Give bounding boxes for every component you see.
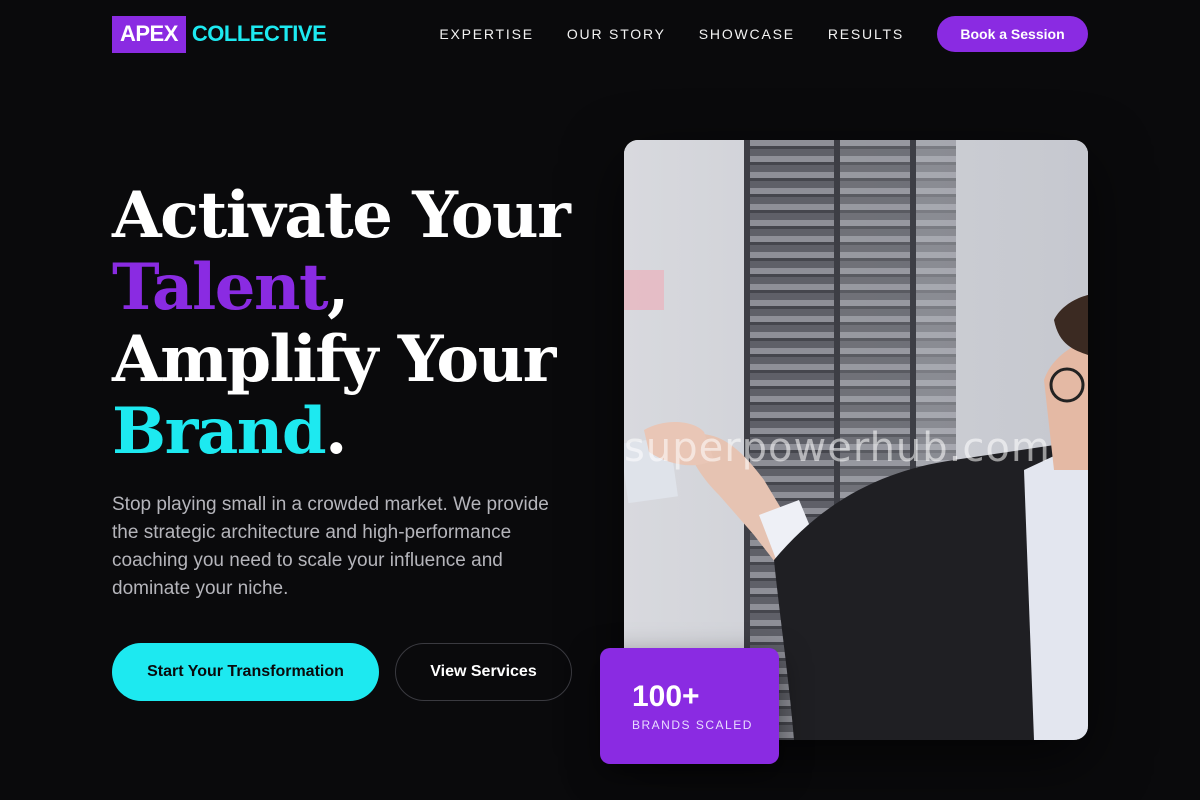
book-session-button[interactable]: Book a Session — [937, 16, 1088, 52]
headline-line-4: Brand. — [112, 396, 592, 468]
stat-card: 100+ BRANDS SCALED — [600, 648, 779, 764]
nav-link-showcase[interactable]: SHOWCASE — [699, 26, 795, 42]
logo-box: APEX — [112, 15, 186, 53]
main-nav: EXPERTISE OUR STORY SHOWCASE RESULTS Boo… — [439, 16, 1088, 52]
nav-link-results[interactable]: RESULTS — [828, 26, 904, 42]
hero-subtext: Stop playing small in a crowded market. … — [112, 494, 549, 599]
logo[interactable]: APEX COLLECTIVE — [112, 15, 327, 53]
headline-line-1: Activate Your — [112, 178, 571, 253]
headline-word-talent: Talent — [112, 250, 329, 325]
stat-label: BRANDS SCALED — [632, 718, 753, 732]
start-transformation-button[interactable]: Start Your Transformation — [112, 643, 379, 701]
site-header: APEX COLLECTIVE EXPERTISE OUR STORY SHOW… — [112, 15, 1088, 53]
headline-comma: , — [327, 250, 349, 325]
headline-period: . — [325, 394, 347, 469]
headline-line-2: Talent, — [112, 252, 592, 324]
view-services-button[interactable]: View Services — [395, 643, 572, 701]
hero-headline: Activate Your Talent, Amplify Your Brand… — [112, 180, 592, 468]
headline-word-brand: Brand — [112, 394, 327, 469]
stat-number: 100+ — [632, 680, 700, 713]
nav-link-expertise[interactable]: EXPERTISE — [439, 26, 534, 42]
logo-text: COLLECTIVE — [191, 21, 327, 46]
headline-line-3: Amplify Your — [112, 322, 556, 397]
nav-link-our-story[interactable]: OUR STORY — [567, 26, 666, 42]
watermark: superpowerhub.com — [624, 425, 1051, 471]
